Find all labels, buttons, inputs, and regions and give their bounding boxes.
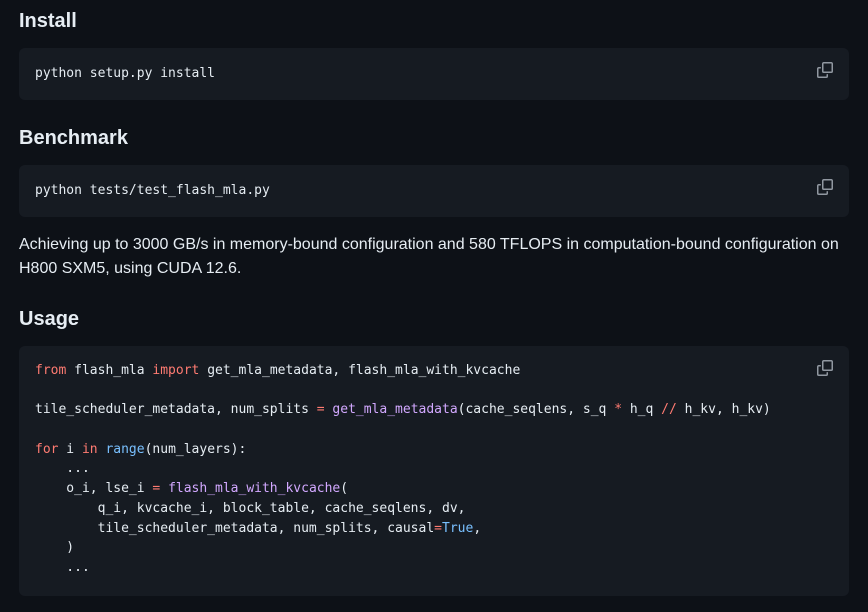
code-token: h_q	[622, 402, 662, 418]
code-token: h_kv, h_kv)	[676, 402, 771, 418]
copy-icon	[817, 62, 833, 78]
code-token: tile_scheduler_metadata, num_splits	[35, 402, 317, 418]
code-token: ,	[473, 520, 482, 536]
code-token: (cache_seqlens, s_q	[457, 402, 615, 418]
copy-icon	[817, 360, 833, 376]
code-line: tile_scheduler_metadata, num_splits = ge…	[35, 400, 771, 420]
code-token: from	[35, 363, 67, 378]
code-token: get_mla_metadata, flash_mla_with_kvcache	[199, 363, 521, 378]
copy-benchmark-button[interactable]	[817, 179, 833, 195]
benchmark-code-block: python tests/test_flash_mla.py	[19, 165, 849, 217]
code-token: flash_mla_with_kvcache	[168, 481, 341, 497]
install-code-block: python setup.py install	[19, 48, 849, 100]
copy-icon	[817, 179, 833, 195]
code-token: ...	[35, 559, 90, 575]
code-line: tile_scheduler_metadata, num_splits, cau…	[35, 519, 771, 539]
code-line: python tests/test_flash_mla.py	[35, 183, 270, 198]
code-token: flash_mla	[66, 363, 153, 378]
code-token: (num_layers):	[144, 441, 247, 457]
code-token: =	[316, 402, 325, 418]
code-token: ...	[35, 461, 90, 477]
code-token: o_i, lse_i	[35, 481, 153, 497]
code-token: (	[340, 481, 349, 497]
code-token: =	[434, 520, 442, 536]
install-code: python setup.py install	[35, 64, 215, 84]
code-line: o_i, lse_i = flash_mla_with_kvcache(	[35, 479, 771, 499]
code-token: get_mla_metadata	[332, 402, 458, 418]
code-token: q_i, kvcache_i, block_table, cache_seqle…	[35, 500, 466, 516]
code-line: q_i, kvcache_i, block_table, cache_seqle…	[35, 499, 771, 519]
code-token: in	[81, 441, 98, 457]
code-token: import	[152, 363, 200, 378]
benchmark-code: python tests/test_flash_mla.py	[35, 181, 270, 201]
code-token: //	[661, 402, 677, 418]
code-line: )	[35, 538, 771, 558]
benchmark-heading: Benchmark	[19, 127, 128, 149]
usage-code-block: from flash_mla import get_mla_metadata, …	[19, 346, 849, 596]
code-line: python setup.py install	[35, 66, 216, 81]
code-token: i	[58, 441, 82, 457]
code-token: )	[35, 540, 75, 556]
code-token: for	[35, 441, 59, 457]
code-line: ...	[35, 558, 771, 578]
usage-code: from flash_mla import get_mla_metadata, …	[35, 361, 771, 578]
code-token: *	[614, 402, 623, 418]
code-line: for i in range(num_layers):	[35, 440, 771, 460]
code-token: True	[442, 520, 474, 536]
copy-install-button[interactable]	[817, 62, 833, 78]
benchmark-description: Achieving up to 3000 GB/s in memory-boun…	[19, 236, 839, 277]
code-line: from flash_mla import get_mla_metadata, …	[35, 361, 771, 381]
code-token: tile_scheduler_metadata, num_splits, cau…	[35, 520, 435, 536]
install-heading: Install	[19, 10, 77, 32]
copy-usage-button[interactable]	[817, 360, 833, 376]
code-token: range	[105, 441, 145, 457]
usage-heading: Usage	[19, 308, 80, 330]
code-line: ...	[35, 459, 771, 479]
